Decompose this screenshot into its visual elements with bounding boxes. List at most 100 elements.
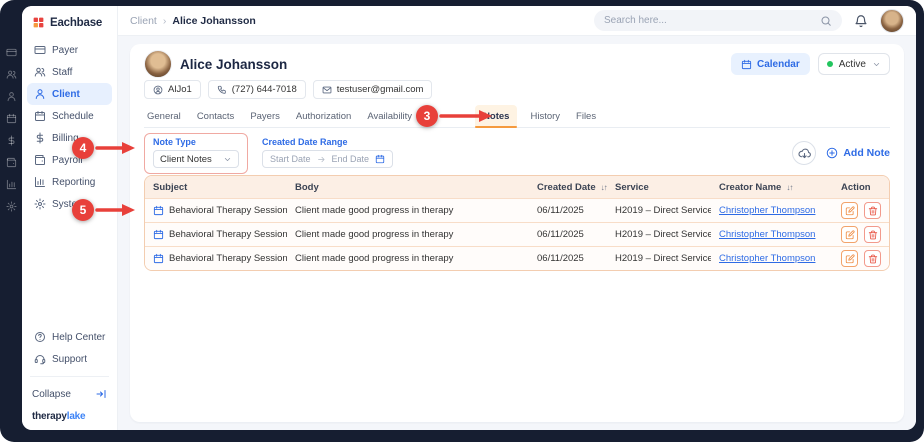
created-date-text: 06/11/2025 [537,205,584,216]
creator-name-link[interactable]: Christopher Thompson [719,229,815,240]
notes-filters: Note Type Client Notes Created Date Rang… [144,133,890,169]
dark-rail [3,41,20,217]
mail-icon [322,85,332,95]
rail-schedule-icon [3,107,20,129]
start-date-placeholder[interactable]: Start Date [270,154,311,164]
cloud-download-icon [798,147,811,160]
delete-note-button[interactable] [864,250,881,267]
sort-icon[interactable]: ↓↑ [601,182,607,193]
payer-icon [34,44,46,56]
search-input[interactable] [604,15,812,26]
body-text: Client made good progress in therapy [295,205,453,216]
rail-system-icon [3,195,20,217]
reporting-icon [34,176,46,188]
client-name: Alice Johansson [180,57,287,72]
sidebar-item-support[interactable]: Support [27,348,112,370]
creator-name-link[interactable]: Christopher Thompson [719,253,815,264]
logo-icon [32,16,45,29]
column-label: Body [295,182,319,193]
column-header-action: Action [833,182,889,193]
export-button[interactable] [792,141,816,165]
breadcrumb-section[interactable]: Client [130,15,157,27]
column-header-creator-name[interactable]: Creator Name↓↑ [711,182,833,193]
service-text: H2019 – Direct Service [615,253,711,264]
end-date-placeholder[interactable]: End Date [332,154,370,164]
sidebar-item-help-center[interactable]: Help Center [27,326,112,348]
sidebar-item-reporting[interactable]: Reporting [27,171,112,193]
client-icon [34,88,46,100]
sidebar: Eachbase PayerStaffClientScheduleBilling… [22,6,118,430]
rail-staff-icon [3,63,20,85]
sidebar-item-staff[interactable]: Staff [27,61,112,83]
delete-note-button[interactable] [864,202,881,219]
annotation-step-3: 3 [416,105,438,127]
column-label: Action [841,182,871,193]
bell-icon[interactable] [854,14,868,28]
topbar: Client › Alice Johansson [118,6,916,36]
note-type-label: Note Type [153,137,239,147]
tab-general[interactable]: General [144,105,184,127]
contact-chip-testuser-gmail-com: testuser@gmail.com [313,80,433,99]
calendar-button[interactable]: Calendar [731,53,810,75]
active-status-dot [827,61,833,67]
calendar-icon [153,205,164,216]
status-dropdown[interactable]: Active [818,53,890,75]
rail-client-icon [3,85,20,107]
sidebar-item-schedule[interactable]: Schedule [27,105,112,127]
sidebar-item-label: Staff [52,67,72,78]
edit-note-button[interactable] [841,250,858,267]
tab-files[interactable]: Files [573,105,599,127]
note-type-filter-group: Note Type Client Notes [144,133,248,174]
breadcrumb-current: Alice Johansson [172,15,255,27]
chip-text: AlJo1 [168,84,192,95]
profile-tabs: General Contacts Payers Authorization Availa… [144,105,890,128]
notes-table: SubjectBodyCreated Date↓↑ServiceCreator … [144,175,890,271]
sort-icon[interactable]: ↓↑ [786,182,792,193]
tab-contacts[interactable]: Contacts [194,105,238,127]
column-header-created-date[interactable]: Created Date ↓↑ [529,182,607,193]
subject-text: Behavioral Therapy Session [169,205,287,216]
column-header-service: Service [607,182,711,193]
date-range-picker[interactable]: Start Date End Date [262,150,393,168]
column-label: Created Date [537,182,596,193]
sidebar-item-client[interactable]: Client [27,83,112,105]
sidebar-item-payer[interactable]: Payer [27,39,112,61]
payroll-icon [34,154,46,166]
add-note-button[interactable]: Add Note [826,147,890,159]
search-icon [820,15,832,27]
tab-history[interactable]: History [527,105,563,127]
cell-created-date: 06/11/2025 [529,205,607,216]
cell-creator-name: Christopher Thompson [711,253,833,264]
note-type-dropdown[interactable]: Client Notes [153,150,239,168]
collapse-label: Collapse [32,389,71,400]
collapse-icon [95,388,107,400]
global-search[interactable] [594,10,842,31]
breadcrumb-separator: › [163,15,167,27]
chip-text: testuser@gmail.com [337,84,424,95]
collapse-button[interactable]: Collapse [22,383,117,405]
brand-second: lake [67,411,86,422]
annotation-arrow-4 [95,140,139,156]
calendar-button-label: Calendar [757,59,800,70]
delete-note-button[interactable] [864,226,881,243]
client-header: Alice Johansson Calendar Active [144,50,890,78]
edit-note-button[interactable] [841,226,858,243]
tab-authorization[interactable]: Authorization [293,105,354,127]
id-badge-icon [153,85,163,95]
creator-name-link[interactable]: Christopher Thompson [719,205,815,216]
annotation-arrow-3 [439,108,495,124]
tab-payers[interactable]: Payers [247,105,283,127]
column-label: Subject [153,182,187,193]
date-range-label: Created Date Range [262,137,393,147]
body-text: Client made good progress in therapy [295,253,453,264]
annotation-step-4: 4 [72,137,94,159]
sidebar-spacer [22,215,117,326]
cell-action [833,202,889,219]
edit-note-button[interactable] [841,202,858,219]
tab-availability[interactable]: Availability [364,105,415,127]
content-area: Alice Johansson Calendar Active [118,36,916,430]
contact-chips: AlJo1(727) 644-7018testuser@gmail.com [144,80,890,99]
service-text: H2019 – Direct Service [615,229,711,240]
user-avatar[interactable] [880,9,904,33]
cell-body: Client made good progress in therapy [287,205,529,216]
